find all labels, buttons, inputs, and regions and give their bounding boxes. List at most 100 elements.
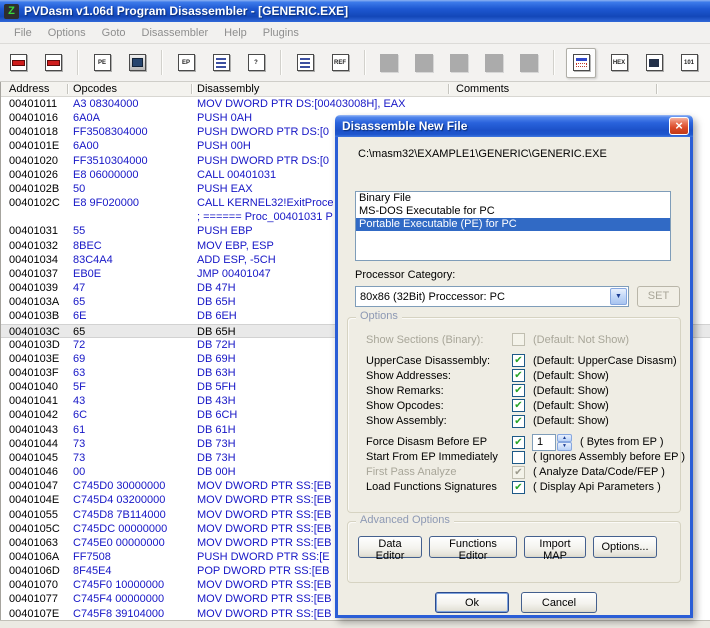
disassembly-view-button[interactable] <box>566 48 596 78</box>
cell-address: 00401043 <box>1 423 73 437</box>
app-window: Z PVDasm v1.06d Program Disassembler - [… <box>0 0 710 628</box>
column-divider[interactable] <box>448 84 449 94</box>
cell-address: 00401077 <box>1 592 73 606</box>
column-divider[interactable] <box>656 84 657 94</box>
option-row-show-sections-binary: Show Sections (Binary):(Default: Not Sho… <box>366 332 680 347</box>
cell-address: 00401042 <box>1 408 73 422</box>
data-view-icon: 101 <box>681 54 698 71</box>
option-row-show-assembly: Show Assembly:✔(Default: Show) <box>366 413 680 428</box>
patch-button[interactable] <box>642 50 666 76</box>
table-header: Address Opcodes Disassembly Comments <box>1 82 710 97</box>
column-header-disassembly[interactable]: Disassembly <box>197 82 259 96</box>
option-note: ( Bytes from EP ) <box>580 436 664 448</box>
processor-category-label: Processor Category: <box>355 269 455 281</box>
entry-point-button[interactable]: EP <box>174 50 198 76</box>
checkbox-show-opcodes[interactable]: ✔ <box>512 399 525 412</box>
spinner-down-icon[interactable]: ▼ <box>557 442 572 451</box>
cell-opcodes: EB0E <box>73 267 197 281</box>
cell-address: 00401045 <box>1 451 73 465</box>
cell-opcodes: 73 <box>73 437 197 451</box>
cell-opcodes: 65 <box>73 325 197 337</box>
exit-button[interactable] <box>41 50 65 76</box>
cell-opcodes: 6A00 <box>73 139 197 153</box>
menubar: File Options Goto DisassemblerHelp Plugins <box>0 22 710 44</box>
goto-address-icon <box>213 54 230 71</box>
disassembly-view-icon <box>573 54 590 71</box>
toolbar-separator <box>280 50 281 75</box>
option-row-force-disasm-before-ep: Force Disasm Before EP✔1▲▼( Bytes from E… <box>366 435 680 450</box>
checkbox-load-functions-signatures[interactable]: ✔ <box>512 481 525 494</box>
column-header-opcodes[interactable]: Opcodes <box>73 82 117 96</box>
menu-options[interactable]: Options <box>42 27 92 39</box>
cell-address: 00401047 <box>1 479 73 493</box>
column-header-address[interactable]: Address <box>9 82 49 96</box>
menu-file[interactable]: File <box>8 27 38 39</box>
checkbox-show-addresses[interactable]: ✔ <box>512 369 525 382</box>
cell-address: 0040106D <box>1 564 73 578</box>
file-type-option-ms-dos-executable-for-pc[interactable]: MS-DOS Executable for PC <box>356 205 670 218</box>
comments-button[interactable] <box>293 50 317 76</box>
option-note: ( Analyze Data/Code/FEP ) <box>533 466 665 478</box>
checkbox-uppercase-disassembly[interactable]: ✔ <box>512 354 525 367</box>
option-note: (Default: UpperCase Disasm) <box>533 355 677 367</box>
menu-disassembler[interactable]: Disassembler <box>136 27 215 39</box>
checkbox-show-remarks[interactable]: ✔ <box>512 384 525 397</box>
spinner-up-icon[interactable]: ▲ <box>557 434 572 443</box>
options-button[interactable]: Options... <box>593 536 657 558</box>
cell-opcodes: C745D0 30000000 <box>73 479 197 493</box>
cell-opcodes: 61 <box>73 423 197 437</box>
blank-icon <box>380 54 398 72</box>
option-label: UpperCase Disassembly: <box>366 355 512 367</box>
column-divider[interactable] <box>67 84 68 94</box>
menu-help[interactable]: Help <box>218 27 253 39</box>
option-label: Show Sections (Binary): <box>366 334 512 346</box>
cell-opcodes: E8 06000000 <box>73 168 197 182</box>
bytes-from-ep-input[interactable]: 1 <box>532 434 556 451</box>
search-button[interactable]: ? <box>244 50 268 76</box>
references-button[interactable]: REF <box>328 50 352 76</box>
column-header-comments[interactable]: Comments <box>456 82 509 96</box>
dialog-titlebar[interactable]: Disassemble New File × <box>335 115 693 137</box>
import-map-button[interactable]: Import MAP <box>524 536 586 558</box>
file-type-listbox[interactable]: Binary FileMS-DOS Executable for PCPorta… <box>355 191 671 261</box>
file-type-option-portable-executable-pe-for-pc[interactable]: Portable Executable (PE) for PC <box>356 218 670 231</box>
option-row-show-opcodes: Show Opcodes:✔(Default: Show) <box>366 398 680 413</box>
cell-address: 00401026 <box>1 168 73 182</box>
open-file-icon <box>10 54 27 71</box>
data-view-button[interactable]: 101 <box>677 50 701 76</box>
spinner-control[interactable]: ▲▼ <box>557 434 572 451</box>
hex-view-icon: HEX <box>611 54 628 71</box>
open-file-button[interactable] <box>6 50 30 76</box>
pe-header-button[interactable]: PE <box>90 50 114 76</box>
close-icon[interactable]: × <box>669 117 689 135</box>
ok-button[interactable]: Ok <box>435 592 509 613</box>
hex-view-button[interactable]: HEX <box>607 50 631 76</box>
pe-header-icon: PE <box>94 54 111 71</box>
checkbox-force-disasm-before-ep[interactable]: ✔ <box>512 436 525 449</box>
menu-goto[interactable]: Goto <box>96 27 132 39</box>
goto-address-button[interactable] <box>209 50 233 76</box>
checkbox-show-assembly[interactable]: ✔ <box>512 415 525 428</box>
functions-editor-button[interactable]: Functions Editor <box>429 536 517 558</box>
cell-address: 0040107E <box>1 607 73 621</box>
system-info-button[interactable] <box>125 50 149 76</box>
checkbox-start-from-ep-immediately[interactable] <box>512 451 525 464</box>
cell-opcodes: 83C4A4 <box>73 253 197 267</box>
checkbox-show-sections-binary <box>512 333 525 346</box>
cell-address: 0040101E <box>1 139 73 153</box>
dialog-title: Disassemble New File <box>342 119 467 133</box>
menu-plugins[interactable]: Plugins <box>257 27 305 39</box>
chevron-down-icon[interactable]: ▼ <box>610 288 627 305</box>
exit-icon <box>45 54 62 71</box>
file-type-option-binary-file[interactable]: Binary File <box>356 192 670 205</box>
column-divider[interactable] <box>191 84 192 94</box>
cancel-button[interactable]: Cancel <box>521 592 597 613</box>
cell-address: 00401034 <box>1 253 73 267</box>
cell-opcodes: 43 <box>73 394 197 408</box>
entry-point-icon: EP <box>178 54 195 71</box>
data-editor-button[interactable]: Data Editor <box>358 536 422 558</box>
cell-address: 00401063 <box>1 536 73 550</box>
processor-combobox[interactable]: 80x86 (32Bit) Proccessor: PC ▼ <box>355 286 629 307</box>
table-row[interactable]: 00401011A3 08304000MOV DWORD PTR DS:[004… <box>1 97 710 111</box>
references-icon: REF <box>332 54 349 71</box>
